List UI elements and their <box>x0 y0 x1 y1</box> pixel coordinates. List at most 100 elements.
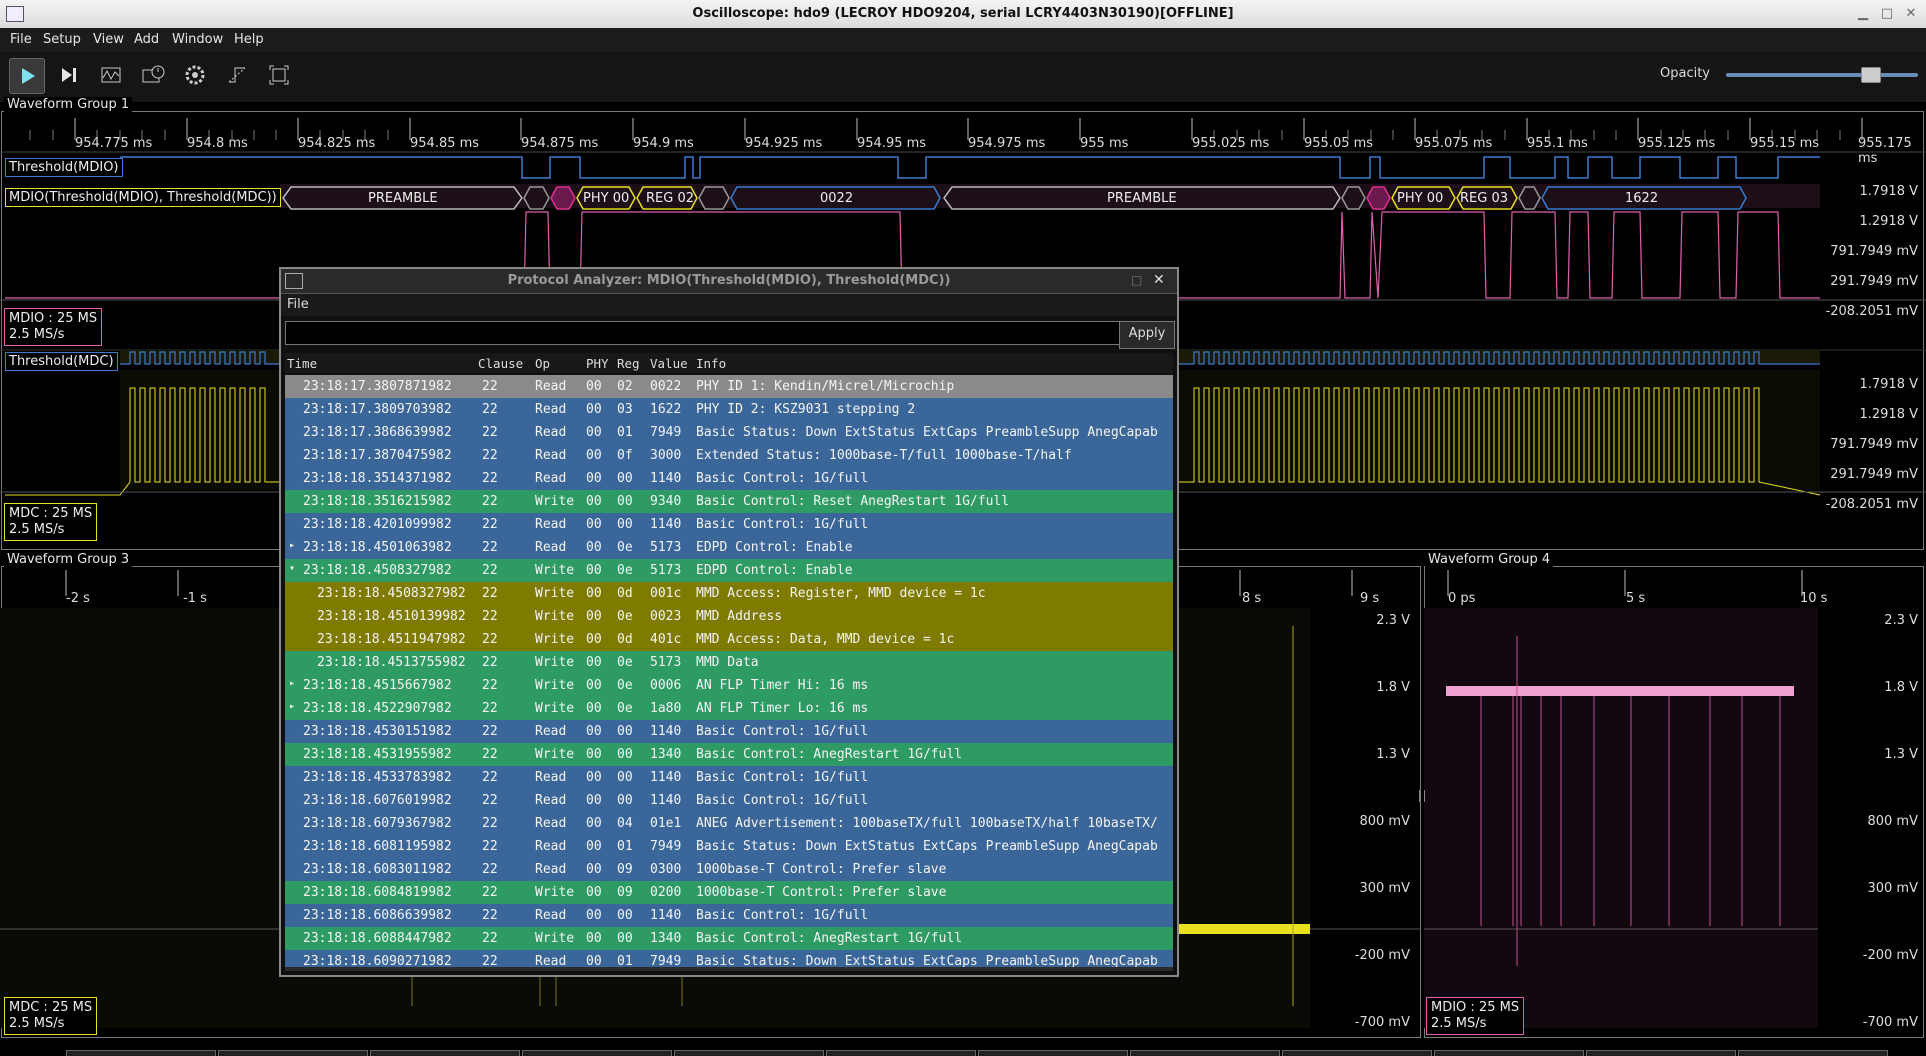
col-phy[interactable]: PHY <box>586 356 609 371</box>
table-row[interactable]: 23:18:18.6083011982 22 Read 00 09 0300 1000bas… <box>285 858 1173 881</box>
cell-phy: 00 <box>586 701 602 716</box>
decode-preamble-1: PREAMBLE <box>368 191 438 206</box>
opacity-slider-handle[interactable] <box>1861 67 1881 83</box>
col-op[interactable]: Op <box>535 356 550 371</box>
table-row[interactable]: 23:18:18.6079367982 22 Read 00 04 01e1 ANEG Ad… <box>285 812 1173 835</box>
col-reg[interactable]: Reg <box>617 356 640 371</box>
analyzer-menu-file[interactable]: File <box>287 297 309 312</box>
analyzer-close-icon[interactable]: ✕ <box>1153 272 1165 288</box>
bottom-tab-8[interactable] <box>1130 1050 1280 1056</box>
cell-info: Extended Status: 1000base-T/full 1000bas… <box>696 448 1072 463</box>
mdio-channel-badge[interactable]: MDIO : 25 MS 2.5 MS/s <box>4 308 103 346</box>
step-icon[interactable] <box>52 58 86 92</box>
bottom-tab-2[interactable] <box>218 1050 368 1056</box>
analyzer-table-body[interactable]: 23:18:17.3807871982 22 Read 00 02 0022 PHY ID … <box>285 375 1173 967</box>
menu-file[interactable]: File <box>10 32 32 47</box>
trigger-icon[interactable] <box>220 58 254 92</box>
table-row[interactable]: 23:18:18.6081195982 22 Read 00 01 7949 Basic S… <box>285 835 1173 858</box>
table-row[interactable]: 23:18:18.4511947982 22 Write 00 0d 401c MMD Ac… <box>285 628 1173 651</box>
group3-channel-badge[interactable]: MDC : 25 MS 2.5 MS/s <box>4 997 98 1035</box>
expand-arrow-icon[interactable]: ▸ <box>289 701 295 712</box>
history-icon[interactable] <box>136 58 170 92</box>
table-row[interactable]: 23:18:18.6090271982 22 Read 00 01 7949 Basic S… <box>285 950 1173 967</box>
menu-setup[interactable]: Setup <box>43 32 81 47</box>
cell-reg: 0d <box>617 632 633 647</box>
bottom-tab-11[interactable] <box>1586 1050 1736 1056</box>
cell-clause: 22 <box>482 793 498 808</box>
settings-icon[interactable] <box>178 58 212 92</box>
col-value[interactable]: Value <box>650 356 688 371</box>
cell-info: PHY ID 1: Kendin/Micrel/Microchip <box>696 379 955 394</box>
bottom-tab-4[interactable] <box>522 1050 672 1056</box>
analyzer-scrollbar[interactable] <box>285 967 1173 971</box>
table-row[interactable]: 23:18:18.4531955982 22 Write 00 00 1340 Basic … <box>285 743 1173 766</box>
g1-tick-0: 954.775 ms <box>75 136 153 151</box>
table-row[interactable]: 23:18:18.4530151982 22 Read 00 00 1140 Basic C… <box>285 720 1173 743</box>
table-row[interactable]: 23:18:17.3807871982 22 Read 00 02 0022 PHY ID … <box>285 375 1173 398</box>
menu-window[interactable]: Window <box>172 32 223 47</box>
table-row[interactable]: ▸ 23:18:18.4501063982 22 Read 00 0e 5173 EDPD C… <box>285 536 1173 559</box>
bottom-tab-6[interactable] <box>826 1050 976 1056</box>
table-row[interactable]: 23:18:18.4510139982 22 Write 00 0e 0023 MMD Ad… <box>285 605 1173 628</box>
threshold-mdc-label[interactable]: Threshold(MDC) <box>5 352 118 371</box>
minimize-icon[interactable]: ▁ <box>1854 6 1872 22</box>
mdio-decode-label[interactable]: MDIO(Threshold(MDIO), Threshold(MDC)) <box>5 188 281 207</box>
bottom-tab-9[interactable] <box>1282 1050 1432 1056</box>
table-row[interactable]: 23:18:18.4513755982 22 Write 00 0e 5173 MMD Da… <box>285 651 1173 674</box>
bottom-tab-7[interactable] <box>978 1050 1128 1056</box>
table-row[interactable]: 23:18:17.3868639982 22 Read 00 01 7949 Basic S… <box>285 421 1173 444</box>
bottom-tab-5[interactable] <box>674 1050 824 1056</box>
threshold-mdio-label[interactable]: Threshold(MDIO) <box>5 158 123 177</box>
table-row[interactable]: 23:18:18.3514371982 22 Read 00 00 1140 Basic C… <box>285 467 1173 490</box>
table-row[interactable]: 23:18:18.3516215982 22 Write 00 00 9340 Basic … <box>285 490 1173 513</box>
cell-op: Read <box>535 448 567 463</box>
mdc-channel-badge[interactable]: MDC : 25 MS 2.5 MS/s <box>4 503 98 541</box>
menu-add[interactable]: Add <box>134 32 159 47</box>
fullscreen-icon[interactable] <box>262 58 296 92</box>
waveform-icon[interactable] <box>94 58 128 92</box>
bottom-tab-12[interactable] <box>1738 1050 1888 1056</box>
maximize-icon[interactable]: □ <box>1878 6 1896 22</box>
play-icon[interactable] <box>9 58 45 94</box>
splitter-handle[interactable] <box>1419 790 1425 802</box>
table-row[interactable]: 23:18:18.6086639982 22 Read 00 00 1140 Basic C… <box>285 904 1173 927</box>
collapse-arrow-icon[interactable]: ▾ <box>289 563 295 574</box>
bottom-tab-10[interactable] <box>1434 1050 1584 1056</box>
table-row[interactable]: 23:18:18.4508327982 22 Write 00 0d 001c MMD Ac… <box>285 582 1173 605</box>
table-row[interactable]: 23:18:18.6076019982 22 Read 00 00 1140 Basic C… <box>285 789 1173 812</box>
cell-op: Write <box>535 701 575 716</box>
col-time[interactable]: Time <box>287 356 317 371</box>
table-row[interactable]: 23:18:17.3809703982 22 Read 00 03 1622 PHY ID … <box>285 398 1173 421</box>
close-icon[interactable]: ✕ <box>1902 6 1920 22</box>
expand-arrow-icon[interactable]: ▸ <box>289 540 295 551</box>
analyzer-title-bar[interactable]: Protocol Analyzer: MDIO(Threshold(MDIO),… <box>281 269 1177 294</box>
analyzer-apply-button[interactable]: Apply <box>1119 321 1175 349</box>
cell-op: Read <box>535 379 567 394</box>
group4-channel-badge[interactable]: MDIO : 25 MS 2.5 MS/s <box>1426 997 1525 1035</box>
table-row[interactable]: 23:18:18.4201099982 22 Read 00 00 1140 Basic C… <box>285 513 1173 536</box>
table-row[interactable]: 23:18:17.3870475982 22 Read 00 0f 3000 Extende… <box>285 444 1173 467</box>
cell-phy: 00 <box>586 931 602 946</box>
table-row[interactable]: ▸ 23:18:18.4515667982 22 Write 00 0e 0006 AN FL… <box>285 674 1173 697</box>
bottom-tab-1[interactable] <box>66 1050 216 1056</box>
table-row[interactable]: 23:18:18.6084819982 22 Write 00 09 0200 1000ba… <box>285 881 1173 904</box>
analyzer-filter-input[interactable] <box>285 321 1121 345</box>
cell-val: 1622 <box>650 402 682 417</box>
col-info[interactable]: Info <box>696 356 726 371</box>
bottom-tab-3[interactable] <box>370 1050 520 1056</box>
g3-tick-0: -2 s <box>66 591 90 606</box>
opacity-slider[interactable] <box>1726 73 1918 77</box>
cell-time: 23:18:18.6076019982 <box>303 793 452 808</box>
menu-view[interactable]: View <box>93 32 124 47</box>
expand-arrow-icon[interactable]: ▸ <box>289 678 295 689</box>
g1-tick-7: 954.95 ms <box>857 136 927 151</box>
analyzer-maximize-icon[interactable]: □ <box>1131 273 1142 287</box>
table-row[interactable]: 23:18:18.6088447982 22 Write 00 00 1340 Basic … <box>285 927 1173 950</box>
table-row[interactable]: ▸ 23:18:18.4522907982 22 Write 00 0e 1a80 AN FL… <box>285 697 1173 720</box>
table-row[interactable]: 23:18:18.4533783982 22 Read 00 00 1140 Basic C… <box>285 766 1173 789</box>
table-row[interactable]: ▾ 23:18:18.4508327982 22 Write 00 0e 5173 EDPD … <box>285 559 1173 582</box>
g4-volt-2: 1.3 V <box>1884 747 1918 762</box>
menu-help[interactable]: Help <box>234 32 264 47</box>
g3-volt-3: 800 mV <box>1359 814 1410 829</box>
col-clause[interactable]: Clause <box>478 356 523 371</box>
